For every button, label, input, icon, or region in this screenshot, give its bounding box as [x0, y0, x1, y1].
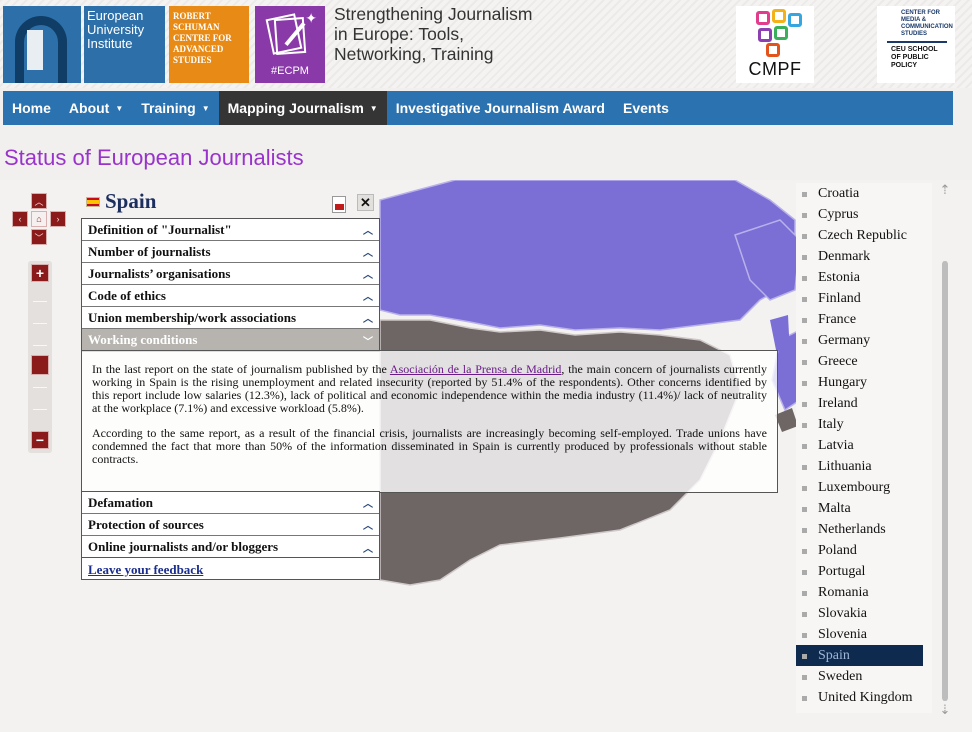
- country-accordion: Definition of "Journalist" ︿ Number of jo…: [81, 218, 380, 352]
- country-list-item[interactable]: Malta: [796, 498, 923, 519]
- country-name: Spain: [105, 189, 157, 213]
- caret-down-icon: ▼: [115, 103, 124, 113]
- country-list-item[interactable]: Slovenia: [796, 624, 923, 645]
- country-list-item[interactable]: Luxembourg: [796, 477, 923, 498]
- chevron-up-icon: ︿: [363, 226, 373, 237]
- country-list-item[interactable]: Sweden: [796, 666, 923, 687]
- page-title: Status of European Journalists: [4, 145, 304, 170]
- section-union-membership[interactable]: Union membership/work associations ︿: [82, 307, 379, 329]
- chevron-up-icon: ︿: [363, 248, 373, 259]
- site-title: Strengthening Journalism in Europe: Tool…: [334, 4, 533, 64]
- pan-down-button[interactable]: ﹀: [31, 229, 47, 245]
- country-list-item[interactable]: Ireland: [796, 393, 923, 414]
- country-list-item[interactable]: Denmark: [796, 246, 923, 267]
- site-header: European University Institute ROBERT SCH…: [0, 0, 972, 88]
- country-list-item[interactable]: Lithuania: [796, 456, 923, 477]
- section-protection-of-sources[interactable]: Protection of sources ︿: [82, 514, 379, 536]
- chevron-up-icon: ︿: [34, 196, 44, 207]
- section-code-of-ethics[interactable]: Code of ethics ︿: [82, 285, 379, 307]
- close-panel-button[interactable]: ✕: [357, 194, 374, 211]
- country-list-scrollbar[interactable]: ⇡ ⇣: [936, 183, 954, 718]
- zoom-slider[interactable]: + −: [28, 261, 52, 453]
- feedback-box: Leave your feedback: [81, 557, 380, 580]
- country-list-item[interactable]: Slovakia: [796, 603, 923, 624]
- section-organisations[interactable]: Journalists’ organisations ︿: [82, 263, 379, 285]
- working-conditions-content: In the last report on the state of journ…: [81, 350, 778, 493]
- eui-logo[interactable]: European University Institute: [3, 6, 165, 83]
- nav-home[interactable]: Home: [3, 91, 60, 125]
- rsc-logo[interactable]: ROBERT SCHUMAN CENTRE FOR ADVANCED STUDI…: [169, 6, 249, 83]
- apm-link[interactable]: Asociación de la Prensa de Madrid: [390, 362, 562, 376]
- section-online-journalists[interactable]: Online journalists and/or bloggers ︿: [82, 536, 379, 558]
- country-list-item[interactable]: France: [796, 309, 923, 330]
- close-icon: ✕: [360, 194, 371, 210]
- pan-left-button[interactable]: ‹: [12, 211, 28, 227]
- pdf-icon[interactable]: [332, 196, 346, 213]
- country-list-item[interactable]: Croatia: [796, 183, 923, 204]
- eui-logo-mark: [3, 6, 81, 83]
- country-list-item[interactable]: Netherlands: [796, 519, 923, 540]
- scrollbar-thumb[interactable]: [942, 261, 948, 701]
- country-accordion-lower: Defamation ︿ Protection of sources ︿ Onlin…: [81, 491, 380, 559]
- chevron-right-icon: ›: [56, 214, 60, 224]
- main-nav: Home About ▼ Training ▼ Mapping Journalism…: [3, 91, 953, 125]
- pan-right-button[interactable]: ›: [50, 211, 66, 227]
- country-list-item[interactable]: Romania: [796, 582, 923, 603]
- eui-logo-text: European University Institute: [84, 6, 165, 83]
- country-list-item[interactable]: Estonia: [796, 267, 923, 288]
- ecpm-logo[interactable]: ✦ #ECPM: [255, 6, 325, 83]
- spain-flag-icon: [86, 197, 100, 207]
- zoom-out-button[interactable]: −: [31, 431, 49, 449]
- section-number-of-journalists[interactable]: Number of journalists ︿: [82, 241, 379, 263]
- content-paragraph: According to the same report, as a resul…: [92, 426, 767, 466]
- star-icon: ✦: [305, 10, 317, 26]
- chevron-up-icon: ︿: [363, 499, 373, 510]
- section-definition[interactable]: Definition of "Journalist" ︿: [82, 219, 379, 241]
- country-list-item[interactable]: United Kingdom: [796, 687, 923, 708]
- country-list-item[interactable]: Greece: [796, 351, 923, 372]
- chevron-down-icon: ﹀: [363, 336, 373, 348]
- country-list-item[interactable]: Hungary: [796, 372, 923, 393]
- section-defamation[interactable]: Defamation ︿: [82, 492, 379, 514]
- home-icon: ⌂: [36, 214, 42, 224]
- chevron-up-icon: ︿: [363, 270, 373, 281]
- chevron-up-icon: ︿: [363, 292, 373, 303]
- scroll-down-arrow-icon[interactable]: ⇣: [938, 703, 952, 717]
- country-list: Croatia Cyprus Czech Republic Denmark Estoni…: [796, 183, 932, 713]
- caret-down-icon: ▼: [201, 103, 210, 113]
- caret-down-icon: ▼: [369, 103, 378, 113]
- country-list-item[interactable]: Spain: [796, 645, 923, 666]
- chevron-up-icon: ︿: [363, 521, 373, 532]
- country-list-item[interactable]: Czech Republic: [796, 225, 923, 246]
- zoom-in-button[interactable]: +: [31, 264, 49, 282]
- map-home-button[interactable]: ⌂: [31, 211, 47, 227]
- ceu-logo[interactable]: CENTER FOR MEDIA & COMMUNICATION STUDIES…: [877, 6, 955, 83]
- country-list-item[interactable]: Italy: [796, 414, 923, 435]
- cmpf-logo[interactable]: CMPF: [736, 6, 814, 83]
- nav-training[interactable]: Training ▼: [132, 91, 218, 125]
- chevron-up-icon: ︿: [363, 314, 373, 325]
- map-pan-control: ︿ ‹ ⌂ › ﹀: [12, 193, 68, 245]
- country-panel-header: Spain ✕: [86, 188, 380, 216]
- zoom-slider-handle[interactable]: [31, 355, 49, 375]
- nav-mapping-journalism[interactable]: Mapping Journalism ▼: [218, 91, 387, 125]
- country-list-item[interactable]: Finland: [796, 288, 923, 309]
- nav-investigative-award[interactable]: Investigative Journalism Award: [387, 91, 614, 125]
- content-paragraph: In the last report on the state of journ…: [92, 362, 768, 415]
- country-list-item[interactable]: Portugal: [796, 561, 923, 582]
- leave-feedback-link[interactable]: Leave your feedback: [88, 562, 203, 577]
- map-country-france: [379, 180, 796, 331]
- section-working-conditions[interactable]: Working conditions ﹀: [82, 329, 379, 351]
- country-list-item[interactable]: Latvia: [796, 435, 923, 456]
- country-list-item[interactable]: Poland: [796, 540, 923, 561]
- scroll-up-arrow-icon[interactable]: ⇡: [938, 183, 952, 197]
- chevron-left-icon: ‹: [18, 214, 22, 224]
- chevron-up-icon: ︿: [363, 543, 373, 555]
- country-list-item[interactable]: Germany: [796, 330, 923, 351]
- country-list-item[interactable]: Cyprus: [796, 204, 923, 225]
- pan-up-button[interactable]: ︿: [31, 193, 47, 209]
- nav-events[interactable]: Events: [614, 91, 678, 125]
- chevron-down-icon: ﹀: [34, 232, 44, 243]
- nav-about[interactable]: About ▼: [60, 91, 132, 125]
